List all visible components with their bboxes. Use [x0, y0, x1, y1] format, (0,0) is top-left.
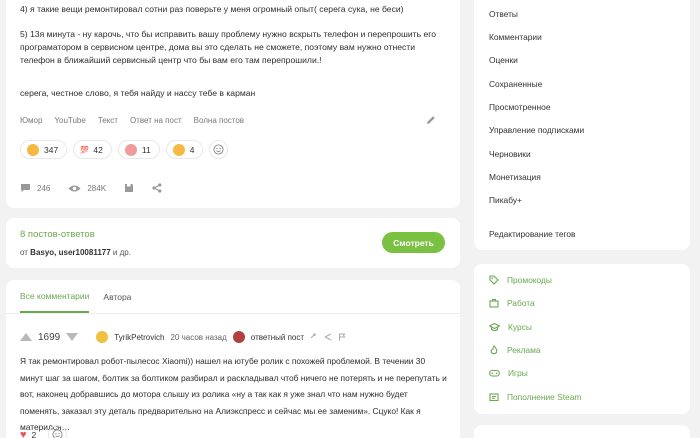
- reaction-button[interactable]: 347: [20, 140, 68, 159]
- link-games[interactable]: Игры: [489, 368, 528, 378]
- like-count: 2: [31, 429, 37, 438]
- answers-from-prefix: от: [20, 248, 31, 257]
- post-paragraph: 5) 13я минута - ну карочь, что бы исправ…: [20, 29, 436, 65]
- link-label: Промокоды: [507, 275, 552, 285]
- reaction-button[interactable]: 4: [165, 140, 204, 159]
- link-label: Пополнение Steam: [507, 392, 582, 402]
- reply-post-label[interactable]: ответный пост: [251, 333, 304, 342]
- comments-stat[interactable]: 246: [20, 183, 50, 193]
- views-count: 284K: [87, 183, 107, 193]
- clown-emoji-icon: [124, 143, 137, 156]
- reaction-button[interactable]: 💯 42: [73, 140, 112, 159]
- sidebar-card-bottom: [474, 425, 690, 438]
- tag-link[interactable]: Текст: [98, 116, 118, 125]
- link-courses[interactable]: Курсы: [489, 322, 532, 332]
- fire-icon: [490, 345, 498, 355]
- gamepad-icon: [489, 369, 500, 377]
- menu-item-viewed[interactable]: Просмотренное: [489, 102, 550, 112]
- avatar[interactable]: [96, 331, 109, 343]
- profile-menu: Ответы Комментарии Оценки Сохраненные Пр…: [474, 0, 690, 250]
- post-card: 4) я такие вещи ремонтировал сотни раз п…: [6, 0, 460, 208]
- link-ads[interactable]: Реклама: [489, 345, 541, 355]
- tag-link[interactable]: Волна постов: [194, 116, 244, 125]
- comment-footer: ♥ 2: [20, 425, 68, 438]
- comment-tabs: Все комментарии Автора: [20, 280, 131, 313]
- comment-author[interactable]: TyrikPetrovich: [114, 333, 164, 342]
- divider: [6, 313, 460, 314]
- share-icon[interactable]: [324, 333, 332, 341]
- heart-icon: ♥: [20, 428, 27, 438]
- link-label: Игры: [508, 368, 528, 378]
- comment-icon: [21, 184, 30, 192]
- menu-item-comments[interactable]: Комментарии: [489, 32, 542, 42]
- pencil-icon[interactable]: [426, 115, 436, 125]
- save-icon[interactable]: [124, 183, 134, 193]
- link-label: Реклама: [507, 345, 541, 355]
- reaction-button[interactable]: 11: [117, 140, 160, 159]
- tag-icon: [489, 275, 499, 285]
- post-tags: Юмор YouTube Текст Ответ на пост Волна п…: [20, 116, 244, 125]
- comment-score: 1699: [38, 331, 61, 343]
- comment-text: Я так ремонтировал робот-пылесос Xiaomi)…: [20, 356, 447, 432]
- graduation-cap-icon: [489, 322, 500, 332]
- answers-title[interactable]: 8 постов-ответов: [20, 229, 95, 240]
- wallet-icon: [489, 393, 499, 402]
- upvote-icon[interactable]: [20, 333, 32, 341]
- downvote-icon[interactable]: [66, 333, 79, 341]
- link-icon[interactable]: [310, 333, 318, 341]
- post-stats: 246 284K: [20, 183, 162, 193]
- link-promocodes[interactable]: Промокоды: [489, 275, 552, 285]
- link-label: Курсы: [508, 322, 532, 332]
- menu-item-edit-tags[interactable]: Редактирование тегов: [489, 229, 576, 239]
- laughing-emoji-icon: [27, 143, 39, 156]
- answers-from-names[interactable]: Basyo, user10081177: [30, 248, 111, 257]
- flag-icon[interactable]: [338, 333, 346, 341]
- link-steam[interactable]: Пополнение Steam: [489, 392, 581, 402]
- tag-link[interactable]: YouTube: [54, 116, 85, 125]
- services-menu: Промокоды Работа Курсы Реклама Игры Попо…: [474, 264, 690, 414]
- menu-item-ratings[interactable]: Оценки: [489, 55, 518, 65]
- menu-item-drafts[interactable]: Черновики: [489, 149, 531, 159]
- reaction-count: 42: [93, 144, 103, 155]
- comments-count: 246: [37, 183, 51, 193]
- post-paragraph: серега, честное слово, я тебя найду и на…: [20, 88, 256, 98]
- reaction-count: 11: [141, 144, 151, 155]
- tag-link[interactable]: Юмор: [20, 116, 42, 125]
- smiley-plus-icon: [213, 144, 224, 155]
- smiley-plus-icon: [52, 429, 63, 438]
- share-icon[interactable]: [152, 183, 162, 193]
- answers-from-suffix: и др.: [110, 248, 131, 257]
- menu-item-pikabu-plus[interactable]: Пикабу+: [489, 195, 522, 205]
- hundred-emoji-icon: 💯: [80, 146, 89, 154]
- laughing-emoji-icon: [172, 143, 185, 156]
- reply-post-avatar: [232, 331, 245, 343]
- views-stat: 284K: [68, 184, 106, 193]
- link-label: Работа: [507, 298, 535, 308]
- tab-author[interactable]: Автора: [103, 280, 131, 313]
- like-button[interactable]: ♥ 2: [20, 429, 36, 438]
- answers-card: 8 постов-ответов от Basyo, user10081177 …: [6, 218, 460, 268]
- answers-authors: от Basyo, user10081177 и др.: [20, 248, 131, 257]
- reaction-count: 347: [44, 144, 59, 155]
- comment-time[interactable]: 20 часов назад: [170, 333, 226, 342]
- menu-item-saved[interactable]: Сохраненные: [489, 79, 542, 89]
- eye-icon: [68, 185, 81, 191]
- briefcase-icon: [489, 298, 499, 308]
- reactions-bar: 347 💯 42 11 4: [20, 140, 229, 159]
- tag-link[interactable]: Ответ на пост: [130, 116, 182, 125]
- tab-all-comments[interactable]: Все комментарии: [20, 280, 90, 313]
- comments-card: Все комментарии Автора 1699 TyrikPetrovi…: [6, 280, 460, 438]
- link-jobs[interactable]: Работа: [489, 298, 535, 308]
- menu-item-monetization[interactable]: Монетизация: [489, 172, 541, 182]
- add-reaction-button[interactable]: [209, 140, 229, 159]
- comment-header: 1699 TyrikPetrovich 20 часов назад ответ…: [20, 331, 346, 343]
- menu-item-subscriptions[interactable]: Управление подписками: [489, 125, 584, 135]
- menu-item-answers[interactable]: Ответы: [489, 9, 518, 19]
- watch-button[interactable]: Смотреть: [382, 232, 445, 253]
- add-reaction-button[interactable]: [48, 425, 68, 438]
- reaction-count: 4: [189, 144, 195, 155]
- post-paragraph: 4) я такие вещи ремонтировал сотни раз п…: [20, 4, 404, 14]
